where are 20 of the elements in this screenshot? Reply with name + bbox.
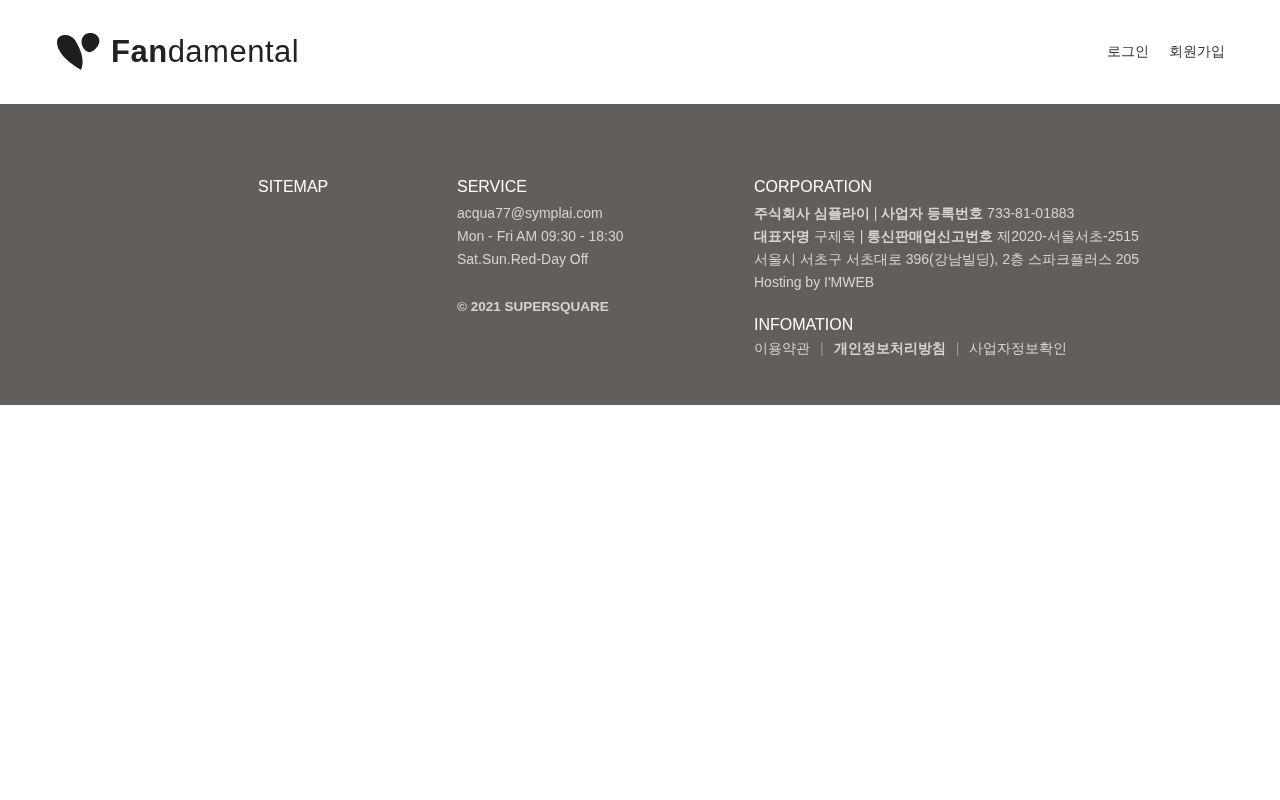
company-info-text: 주식회사 심플라이 | 사업자 등록번호 733-81-01883: [754, 204, 1076, 223]
nav-link[interactable]: 로그인: [1107, 43, 1149, 61]
company-info-text: 서울시 서초구 서초대로 396(강남빌딩), 2층 스파크플러스 205: [754, 250, 1140, 269]
section-title: INFOMATION: [754, 316, 855, 334]
contact-text: acqua77@symplai.com: [457, 204, 604, 223]
nav-link[interactable]: 회원가입: [1169, 43, 1225, 61]
section-title: SERVICE: [457, 178, 528, 196]
contact-text: Mon - Fri AM 09:30 - 18:30: [457, 227, 625, 246]
section-title: SITEMAP: [258, 178, 330, 196]
logo-text: Fandamental: [111, 34, 300, 70]
company-info-text: Hosting by I'MWEB: [754, 273, 876, 292]
company-info-text: 대표자명 구제욱 | 통신판매업신고번호 제2020-서울서초-2515: [754, 227, 1140, 246]
section-title: CORPORATION: [754, 178, 873, 196]
policy-link[interactable]: 이용약관: [754, 340, 810, 358]
contact-text: Sat.Sun.Red-Day Off: [457, 250, 590, 269]
policy-link[interactable]: 개인정보처리방침: [833, 340, 946, 358]
copyright-text: © 2021 SUPERSQUARE: [457, 299, 610, 314]
policy-link[interactable]: 사업자정보확인: [969, 340, 1068, 358]
separator-text: |: [955, 340, 960, 358]
separator-text: |: [820, 340, 824, 358]
